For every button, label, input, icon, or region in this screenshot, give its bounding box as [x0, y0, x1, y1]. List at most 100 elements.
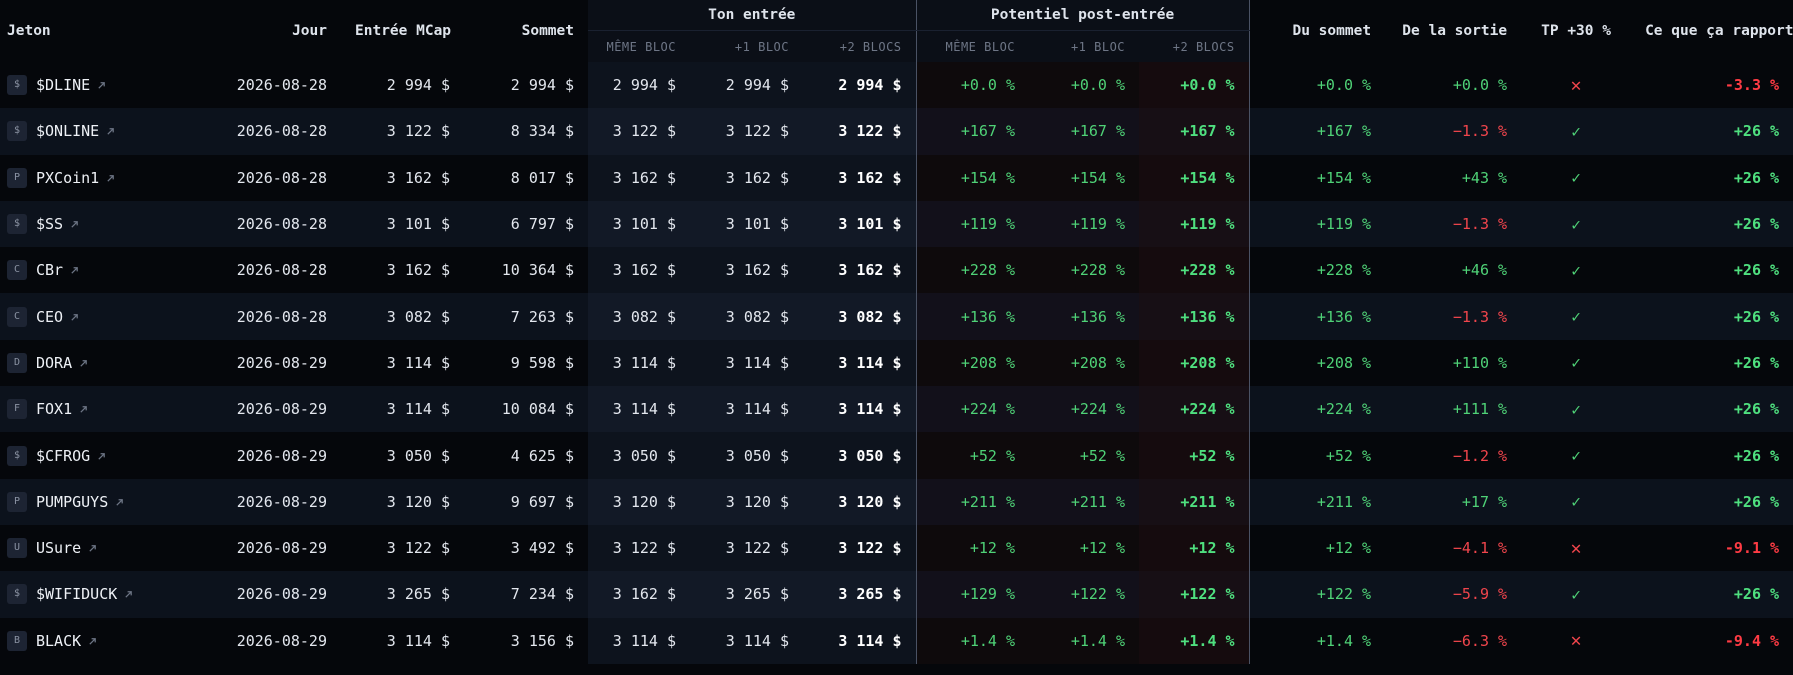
day-cell: 2026-08-29: [195, 524, 341, 572]
day-cell: 2026-08-28: [195, 62, 341, 109]
de-la-sortie-cell: +43 %: [1385, 154, 1522, 201]
ton-entree-plus2-blocs: 2 994 $: [803, 62, 917, 109]
token-name[interactable]: CEO: [36, 308, 63, 326]
peak-cell: 6 797 $: [464, 200, 588, 248]
subheader-ton-plus2-blocs[interactable]: +2 BLOCS: [803, 30, 917, 62]
external-link-icon[interactable]: [97, 76, 106, 94]
table-row[interactable]: B BLACK 2026-08-29 3 114 $ 3 156 $ 3 114 …: [0, 617, 1793, 664]
token-cell: D DORA: [0, 339, 195, 387]
header-de-la-sortie[interactable]: De la sortie: [1385, 0, 1522, 62]
table-row[interactable]: D DORA 2026-08-29 3 114 $ 9 598 $ 3 114 $…: [0, 339, 1793, 387]
potentiel-plus2-blocs: +122 %: [1139, 571, 1250, 618]
potentiel-plus1-bloc: +211 %: [1029, 478, 1140, 525]
table-row[interactable]: P PUMPGUYS 2026-08-29 3 120 $ 9 697 $ 3 1…: [0, 478, 1793, 525]
external-link-icon[interactable]: [70, 261, 79, 279]
trades-table: Jeton Jour Entrée MCap Sommet Ton entrée…: [0, 0, 1793, 664]
potentiel-plus2-blocs: +136 %: [1139, 293, 1250, 340]
external-link-icon[interactable]: [124, 585, 133, 603]
tp-status-cell: ✓: [1521, 154, 1632, 201]
token-name[interactable]: $DLINE: [36, 76, 90, 94]
subheader-pot-plus1-bloc[interactable]: +1 BLOC: [1029, 30, 1140, 62]
token-name[interactable]: DORA: [36, 354, 72, 372]
external-link-icon[interactable]: [115, 493, 124, 511]
ton-entree-meme-bloc: 3 082 $: [588, 293, 690, 340]
token-name[interactable]: $SS: [36, 215, 63, 233]
external-link-icon[interactable]: [106, 122, 115, 140]
external-link-icon[interactable]: [88, 539, 97, 557]
token-badge: $: [7, 445, 27, 466]
peak-cell: 8 017 $: [464, 154, 588, 201]
peak-cell: 9 697 $: [464, 478, 588, 525]
table-row[interactable]: F FOX1 2026-08-29 3 114 $ 10 084 $ 3 114 …: [0, 386, 1793, 433]
token-name[interactable]: $CFROG: [36, 447, 90, 465]
subheader-pot-meme-bloc[interactable]: MÊME BLOC: [915, 30, 1030, 62]
tp-status-cell: ✓: [1521, 432, 1632, 479]
token-name[interactable]: PXCoin1: [36, 169, 99, 187]
external-link-icon[interactable]: [97, 447, 106, 465]
peak-cell: 9 598 $: [464, 339, 588, 387]
ton-entree-plus1-bloc: 3 122 $: [690, 524, 803, 572]
token-cell: F FOX1: [0, 386, 195, 433]
token-name[interactable]: $WIFIDUCK: [36, 585, 117, 603]
ton-entree-plus1-bloc: 3 120 $: [690, 478, 803, 525]
table-row[interactable]: $ $ONLINE 2026-08-28 3 122 $ 8 334 $ 3 12…: [0, 108, 1793, 155]
table-row[interactable]: $ $SS 2026-08-28 3 101 $ 6 797 $ 3 101 $ …: [0, 200, 1793, 248]
external-link-icon[interactable]: [79, 400, 88, 418]
token-name[interactable]: $ONLINE: [36, 122, 99, 140]
token-badge: B: [7, 630, 27, 651]
cross-icon: ✕: [1570, 537, 1582, 559]
table-row[interactable]: P PXCoin1 2026-08-28 3 162 $ 8 017 $ 3 16…: [0, 154, 1793, 201]
token-name[interactable]: USure: [36, 539, 81, 557]
ton-entree-plus1-bloc: 3 082 $: [690, 293, 803, 340]
ton-entree-plus1-bloc: 3 050 $: [690, 432, 803, 479]
header-du-sommet[interactable]: Du sommet: [1249, 0, 1386, 62]
header-rapporte[interactable]: Ce que ça rapporte: [1631, 0, 1793, 62]
token-badge: P: [7, 491, 27, 512]
entry-mcap-cell: 3 162 $: [341, 247, 464, 294]
du-sommet-cell: +1.4 %: [1249, 617, 1386, 664]
header-jeton[interactable]: Jeton: [0, 0, 195, 62]
table-row[interactable]: $ $DLINE 2026-08-28 2 994 $ 2 994 $ 2 994…: [0, 62, 1793, 109]
table-row[interactable]: C CEO 2026-08-28 3 082 $ 7 263 $ 3 082 $ …: [0, 293, 1793, 340]
table-row[interactable]: $ $CFROG 2026-08-29 3 050 $ 4 625 $ 3 050…: [0, 432, 1793, 479]
de-la-sortie-cell: +111 %: [1385, 386, 1522, 433]
potentiel-plus2-blocs: +12 %: [1139, 524, 1250, 572]
ton-entree-plus2-blocs: 3 050 $: [803, 432, 917, 479]
external-link-icon[interactable]: [70, 215, 79, 233]
external-link-icon[interactable]: [106, 169, 115, 187]
potentiel-plus2-blocs: +224 %: [1139, 386, 1250, 433]
check-icon: ✓: [1571, 121, 1581, 141]
header-jour[interactable]: Jour: [195, 0, 341, 62]
du-sommet-cell: +167 %: [1249, 108, 1386, 155]
ton-entree-meme-bloc: 3 114 $: [588, 339, 690, 387]
entry-mcap-cell: 3 122 $: [341, 524, 464, 572]
potentiel-plus2-blocs: +154 %: [1139, 154, 1250, 201]
external-link-icon[interactable]: [70, 308, 79, 326]
header-entree-mcap[interactable]: Entrée MCap: [341, 0, 464, 62]
table-row[interactable]: U USure 2026-08-29 3 122 $ 3 492 $ 3 122 …: [0, 524, 1793, 572]
token-name[interactable]: PUMPGUYS: [36, 493, 108, 511]
token-name[interactable]: BLACK: [36, 632, 81, 650]
external-link-icon[interactable]: [88, 632, 97, 650]
potentiel-plus2-blocs: +52 %: [1139, 432, 1250, 479]
ton-entree-meme-bloc: 3 114 $: [588, 617, 690, 664]
header-sommet[interactable]: Sommet: [464, 0, 588, 62]
potentiel-plus1-bloc: +1.4 %: [1029, 617, 1140, 664]
potentiel-plus1-bloc: +224 %: [1029, 386, 1140, 433]
result-cell: -3.3 %: [1631, 62, 1793, 109]
subheader-ton-meme-bloc[interactable]: MÊME BLOC: [588, 30, 690, 62]
token-name[interactable]: FOX1: [36, 400, 72, 418]
subheader-ton-plus1-bloc[interactable]: +1 BLOC: [690, 30, 803, 62]
token-badge: C: [7, 260, 27, 281]
token-cell: $ $SS: [0, 200, 195, 248]
subheader-pot-plus2-blocs[interactable]: +2 BLOCS: [1139, 30, 1250, 62]
result-cell: +26 %: [1631, 293, 1793, 340]
token-badge: C: [7, 306, 27, 327]
tp-status-cell: ✓: [1521, 247, 1632, 294]
potentiel-plus2-blocs: +228 %: [1139, 247, 1250, 294]
table-row[interactable]: $ $WIFIDUCK 2026-08-29 3 265 $ 7 234 $ 3 …: [0, 571, 1793, 618]
table-row[interactable]: C CBr 2026-08-28 3 162 $ 10 364 $ 3 162 $…: [0, 247, 1793, 294]
external-link-icon[interactable]: [79, 354, 88, 372]
token-name[interactable]: CBr: [36, 261, 63, 279]
header-tp[interactable]: TP +30 %: [1521, 0, 1632, 62]
